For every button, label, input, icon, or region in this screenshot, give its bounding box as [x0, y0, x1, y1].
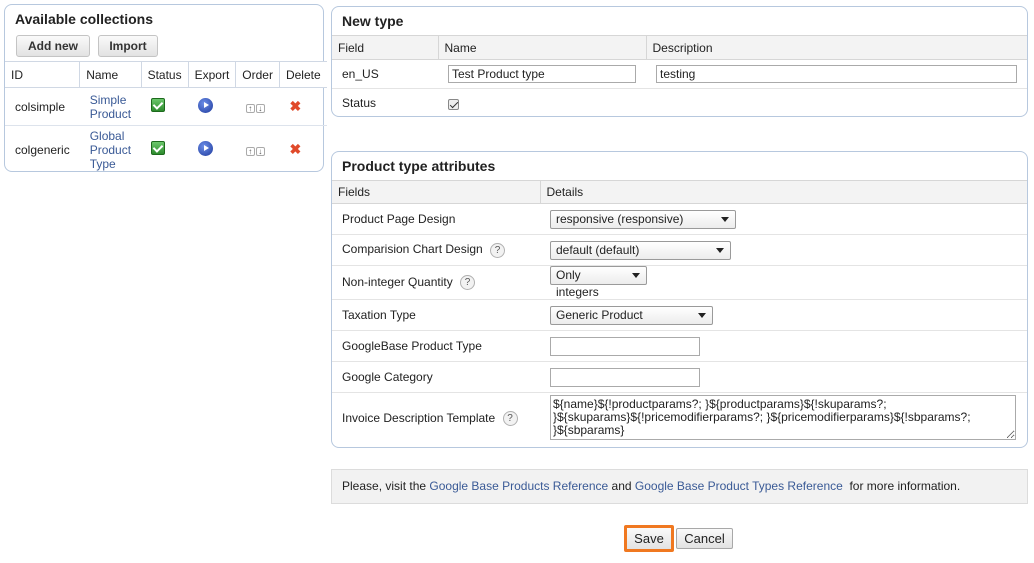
cancel-button[interactable]: Cancel	[676, 528, 733, 549]
non-integer-quantity-label: Non-integer Quantity	[342, 274, 453, 289]
locale-label: en_US	[332, 59, 438, 89]
locale-row: en_US	[332, 59, 1027, 89]
save-button[interactable]: Save	[624, 525, 674, 552]
attribute-row: Non-integer Quantity ? Only integers	[332, 265, 1027, 300]
order-down-icon[interactable]: ↓	[255, 103, 265, 113]
help-icon[interactable]: ?	[490, 242, 506, 258]
order-down-icon[interactable]: ↓	[255, 146, 265, 156]
info-suffix: for more information.	[849, 479, 961, 493]
google-base-products-reference-link[interactable]: Google Base Products Reference	[429, 479, 608, 493]
import-button[interactable]: Import	[98, 35, 158, 57]
description-input[interactable]	[656, 65, 1017, 83]
comparison-chart-design-select[interactable]: default (default)	[550, 240, 731, 260]
table-row: colsimple Simple Product ↑ ↓ ✖	[5, 87, 327, 126]
comparison-chart-design-label: Comparision Chart Design	[342, 242, 483, 257]
new-type-table: Field Name Description en_US Status	[332, 35, 1027, 117]
status-checkbox[interactable]	[448, 98, 459, 110]
attribute-row: GoogleBase Product Type	[332, 330, 1027, 362]
attributes-title: Product type attributes	[342, 158, 496, 174]
export-icon[interactable]	[198, 97, 214, 113]
order-up-icon[interactable]: ↑	[245, 146, 255, 156]
status-label: Status	[342, 96, 377, 111]
info-box: Please, visit the Google Base Products R…	[331, 469, 1028, 504]
select-value: Generic Product	[556, 307, 643, 322]
googlebase-product-type-input[interactable]	[550, 336, 700, 356]
invoice-description-template-label: Invoice Description Template	[342, 411, 496, 426]
product-page-design-select[interactable]: responsive (responsive)	[550, 209, 736, 229]
info-middle: and	[611, 479, 632, 493]
col-header-fields: Fields	[332, 180, 541, 204]
google-category-label: Google Category	[332, 361, 540, 393]
collection-name-link[interactable]: Global Product Type	[80, 126, 141, 174]
export-icon[interactable]	[198, 140, 214, 156]
col-header-name: Name	[79, 61, 142, 88]
collection-name-link[interactable]: Simple Product	[79, 87, 142, 126]
name-input[interactable]	[448, 65, 636, 83]
col-header-delete: Delete	[279, 61, 327, 88]
col-header-order: Order	[235, 61, 280, 88]
info-prefix: Please, visit the	[342, 479, 427, 493]
col-header-id: ID	[5, 61, 81, 88]
chevron-down-icon	[632, 273, 640, 278]
collection-name-link-text[interactable]: Simple Product	[90, 93, 131, 121]
new-type-panel: New type Field Name Description en_US St…	[331, 6, 1028, 117]
add-new-button[interactable]: Add new	[16, 35, 90, 57]
available-collections-panel: Available collections Add new Import ID …	[4, 4, 327, 174]
non-integer-quantity-select[interactable]: Only integers	[550, 266, 647, 299]
status-enabled-icon[interactable]	[151, 98, 166, 112]
status-row: Status	[332, 89, 1027, 117]
attribute-row: Invoice Description Template ? ${name}${…	[332, 393, 1027, 445]
delete-icon[interactable]: ✖	[289, 141, 301, 157]
taxation-type-label: Taxation Type	[332, 299, 540, 331]
collections-table: ID Name Status Export Order Delete colsi…	[5, 61, 327, 174]
select-value: responsive (responsive)	[556, 211, 684, 226]
select-value: Only integers	[556, 268, 599, 299]
name-line: Simple	[89, 92, 127, 107]
order-up-icon[interactable]: ↑	[245, 103, 255, 113]
help-icon[interactable]: ?	[502, 411, 518, 427]
attribute-row: Taxation Type Generic Product	[332, 299, 1027, 331]
google-base-product-types-reference-link[interactable]: Google Base Product Types Reference	[635, 479, 843, 493]
attribute-row: Product Page Design responsive (responsi…	[332, 203, 1027, 235]
collections-title: Available collections	[15, 11, 153, 27]
attribute-row: Comparision Chart Design ? default (defa…	[332, 234, 1027, 266]
table-row: colgeneric Global Product Type ↑ ↓ ✖	[5, 126, 327, 174]
status-enabled-icon[interactable]	[151, 141, 166, 156]
chevron-down-icon	[721, 216, 729, 222]
name-line: Product	[89, 106, 132, 121]
chevron-down-icon	[716, 247, 724, 253]
help-icon[interactable]: ?	[460, 275, 476, 291]
name-line: Type	[89, 156, 116, 171]
col-header-details: Details	[540, 180, 1027, 204]
col-header-export: Export	[188, 61, 237, 88]
col-header-status: Status	[141, 61, 189, 88]
attributes-table: Fields Details Product Page Design respo…	[332, 180, 1027, 445]
product-page-design-label: Product Page Design	[332, 203, 540, 235]
new-type-title: New type	[342, 13, 404, 29]
invoice-description-template-textarea[interactable]: ${name}${!productparams?; }${productpara…	[550, 394, 1016, 440]
attribute-row: Google Category	[332, 361, 1027, 393]
name-line: Global	[89, 128, 125, 143]
googlebase-product-type-label: GoogleBase Product Type	[332, 330, 540, 362]
chevron-down-icon	[698, 312, 706, 318]
collection-id: colgeneric	[15, 142, 70, 157]
col-header-name: Name	[438, 35, 647, 60]
col-header-description: Description	[646, 35, 1027, 60]
collection-name-link-text[interactable]: Global Product Type	[90, 129, 131, 171]
product-type-attributes-panel: Product type attributes Fields Details P…	[331, 151, 1028, 448]
delete-icon[interactable]: ✖	[289, 98, 301, 114]
google-category-input[interactable]	[550, 367, 700, 387]
select-value: default (default)	[556, 242, 640, 257]
taxation-type-select[interactable]: Generic Product	[550, 305, 713, 325]
collection-id: colsimple	[5, 87, 80, 126]
name-line: Product	[89, 142, 132, 157]
col-header-field: Field	[332, 35, 439, 60]
